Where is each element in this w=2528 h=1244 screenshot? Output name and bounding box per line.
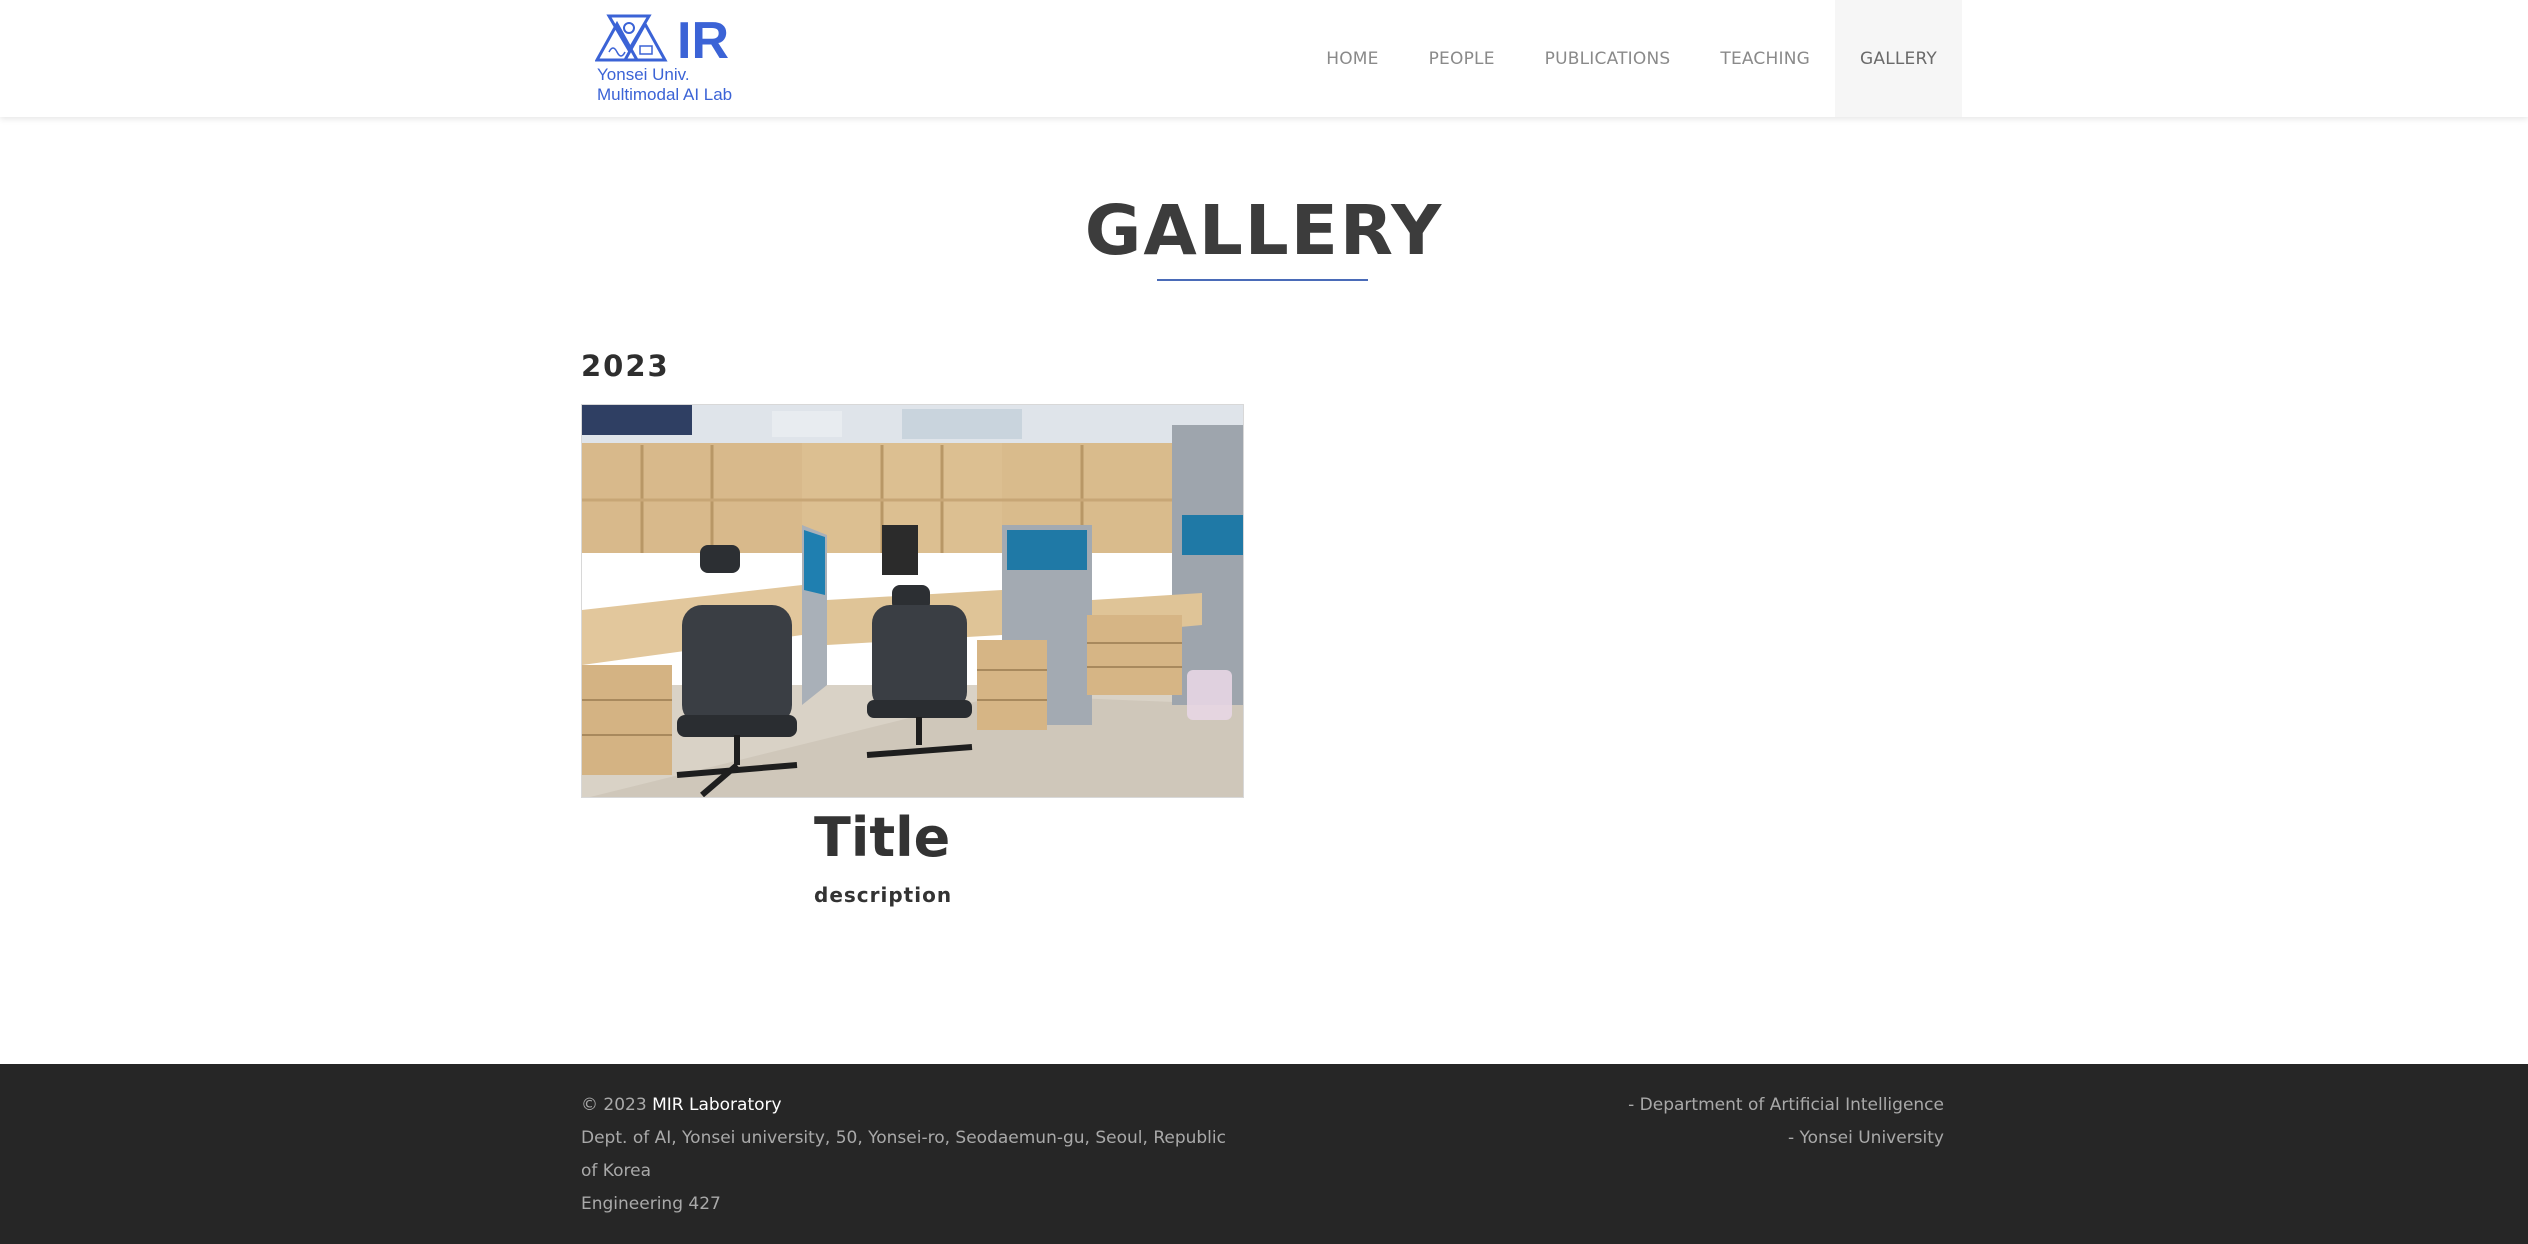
nav-teaching[interactable]: TEACHING (1695, 0, 1835, 117)
gallery-photo[interactable] (581, 404, 1244, 798)
footer-room: Engineering 427 (581, 1194, 721, 1214)
lab-name-link[interactable]: MIR Laboratory (652, 1095, 782, 1115)
footer-affiliation: - Department of Artificial Intelligence … (1628, 1089, 1944, 1155)
gallery-item-description: description (814, 883, 953, 907)
site-header: IR Yonsei Univ. Multimodal AI Lab HOME P… (0, 0, 2528, 117)
footer-contact: © 2023 MIR Laboratory Dept. of AI, Yonse… (581, 1089, 1231, 1221)
nav-publications[interactable]: PUBLICATIONS (1520, 0, 1696, 117)
footer-department: - Department of Artificial Intelligence (1628, 1095, 1944, 1115)
footer-copyright: © 2023 MIR Laboratory (581, 1089, 1231, 1122)
site-footer: © 2023 MIR Laboratory Dept. of AI, Yonse… (0, 1064, 2528, 1244)
logo-university-text: Yonsei Univ. (597, 65, 690, 84)
title-underline (1157, 279, 1368, 281)
office-desks-photo-icon (582, 405, 1243, 797)
lab-logo[interactable]: IR Yonsei Univ. Multimodal AI Lab (595, 12, 745, 107)
logo-ir-text: IR (677, 12, 729, 64)
year-heading: 2023 (581, 349, 670, 383)
triangle-logo-icon: IR (595, 12, 729, 64)
nav-gallery[interactable]: GALLERY (1835, 0, 1962, 117)
logo-lab-text: Multimodal AI Lab (597, 85, 733, 104)
nav-people[interactable]: PEOPLE (1404, 0, 1520, 117)
footer-university: - Yonsei University (1787, 1128, 1944, 1148)
copyright-text: © 2023 (581, 1095, 647, 1115)
nav-home[interactable]: HOME (1301, 0, 1403, 117)
gallery-item-title: Title (814, 806, 951, 869)
page-title: GALLERY (1084, 191, 1444, 271)
footer-address: Dept. of AI, Yonsei university, 50, Yons… (581, 1128, 1226, 1181)
main-nav: HOME PEOPLE PUBLICATIONS TEACHING GALLER… (1301, 0, 1962, 117)
